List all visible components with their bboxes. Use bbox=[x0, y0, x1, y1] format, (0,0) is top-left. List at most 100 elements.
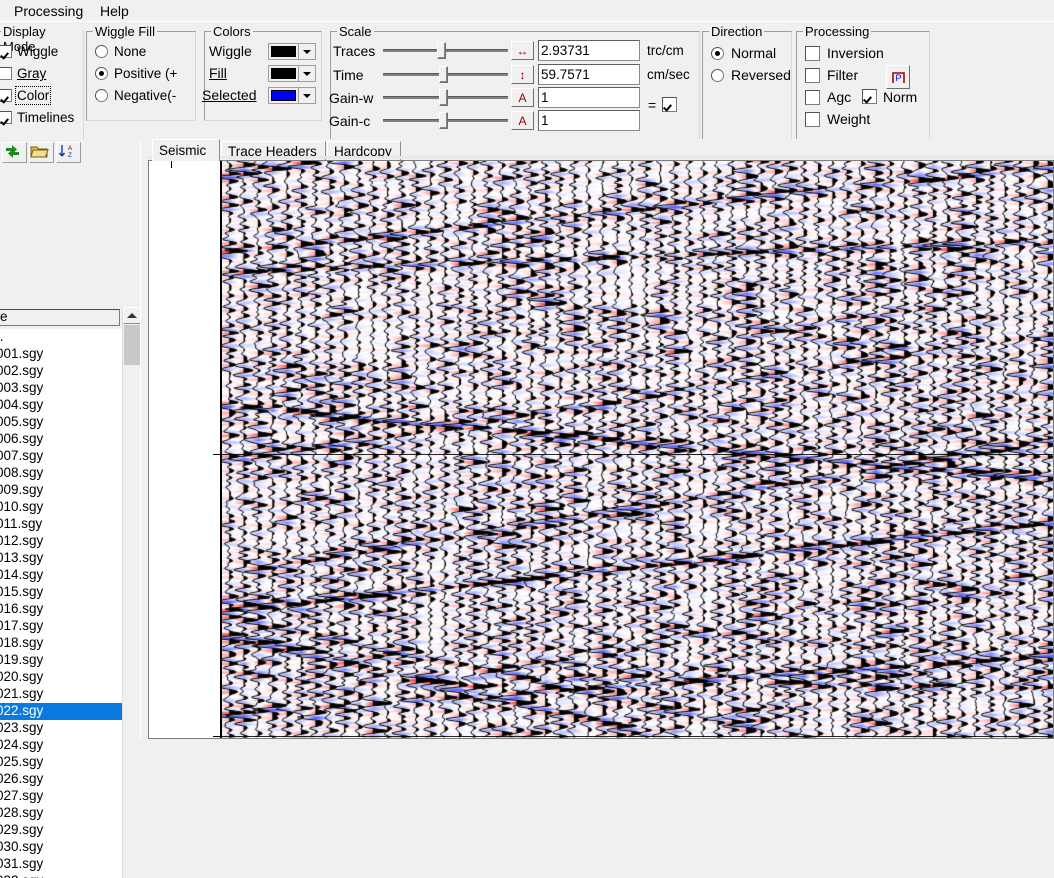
list-item[interactable]: 020.sgy bbox=[0, 669, 122, 686]
radio-fill-negative[interactable] bbox=[95, 89, 108, 102]
slider-thumb[interactable] bbox=[439, 66, 448, 83]
checkbox-filter[interactable] bbox=[805, 68, 820, 83]
checkbox-color[interactable] bbox=[0, 89, 12, 102]
time-axis: 100 200 bbox=[149, 161, 221, 738]
list-item[interactable]: 025.sgy bbox=[0, 754, 122, 771]
slider-thumb[interactable] bbox=[439, 89, 448, 106]
chevron-down-icon[interactable] bbox=[298, 44, 315, 59]
list-item[interactable]: 003.sgy bbox=[0, 380, 122, 397]
color-combo-fill[interactable] bbox=[268, 65, 316, 82]
button-filter-settings[interactable]: P bbox=[886, 65, 910, 89]
list-item[interactable]: 005.sgy bbox=[0, 414, 122, 431]
button-fit-horizontal[interactable]: ↔ bbox=[511, 41, 534, 60]
checkbox-wiggle[interactable] bbox=[0, 45, 12, 58]
input-traces-value[interactable]: 2.93731 bbox=[538, 40, 640, 61]
input-gain-w-value[interactable]: 1 bbox=[538, 87, 640, 108]
list-item[interactable]: 012.sgy bbox=[0, 533, 122, 550]
filter-p-icon: P bbox=[891, 70, 906, 85]
file-list-scrollbar[interactable] bbox=[122, 307, 141, 878]
list-item[interactable]: 023.sgy bbox=[0, 720, 122, 737]
list-item[interactable]: 027.sgy bbox=[0, 788, 122, 805]
label-equal: = bbox=[648, 98, 656, 113]
list-item[interactable]: 014.sgy bbox=[0, 567, 122, 584]
chevron-down-icon[interactable] bbox=[298, 66, 315, 81]
checkbox-norm[interactable] bbox=[862, 89, 877, 104]
slider-traces[interactable] bbox=[381, 42, 510, 59]
sort-az-icon: A Z bbox=[57, 143, 76, 160]
list-item[interactable]: 032.sgy bbox=[0, 873, 122, 878]
scroll-up-arrow-icon[interactable] bbox=[123, 307, 141, 324]
list-item[interactable]: 004.sgy bbox=[0, 397, 122, 414]
slider-thumb[interactable] bbox=[439, 112, 448, 129]
list-item[interactable]: 031.sgy bbox=[0, 856, 122, 873]
checkbox-agc[interactable] bbox=[805, 90, 820, 105]
list-item[interactable]: 006.sgy bbox=[0, 431, 122, 448]
checkbox-gray[interactable] bbox=[0, 67, 12, 80]
control-panel: Display Mode Wiggle Gray Color Timelines… bbox=[0, 21, 1054, 140]
tab-seismic[interactable]: Seismic bbox=[152, 139, 220, 161]
file-filter-input[interactable]: e bbox=[0, 309, 120, 326]
list-item[interactable]: 018.sgy bbox=[0, 635, 122, 652]
seismic-traces-canvas[interactable] bbox=[222, 161, 1053, 738]
input-time-value[interactable]: 59.7571 bbox=[538, 64, 640, 85]
sort-az-button[interactable]: A Z bbox=[56, 142, 81, 163]
list-item[interactable]: 019.sgy bbox=[0, 652, 122, 669]
list-item[interactable]: 002.sgy bbox=[0, 363, 122, 380]
open-folder-button[interactable] bbox=[29, 142, 54, 163]
seismic-traces-canvas-wrap[interactable] bbox=[222, 161, 1053, 738]
sidebar-splitter[interactable] bbox=[140, 139, 146, 739]
list-item[interactable]: 008.sgy bbox=[0, 465, 122, 482]
radio-direction-reversed[interactable] bbox=[711, 69, 724, 82]
list-item[interactable]: 029.sgy bbox=[0, 822, 122, 839]
list-item[interactable]: 021.sgy bbox=[0, 686, 122, 703]
slider-gain-c[interactable] bbox=[381, 112, 510, 129]
button-auto-gain-w[interactable]: A bbox=[511, 88, 534, 107]
unit-time: cm/sec bbox=[647, 67, 690, 82]
list-item[interactable]: 010.sgy bbox=[0, 499, 122, 516]
menu-item-help[interactable]: Help bbox=[94, 1, 135, 21]
color-combo-wiggle[interactable] bbox=[268, 43, 316, 60]
slider-time[interactable] bbox=[381, 66, 510, 83]
color-combo-selected[interactable] bbox=[268, 87, 316, 104]
refresh-button[interactable] bbox=[2, 142, 27, 163]
label-fill-positive: Positive (+ bbox=[114, 66, 177, 81]
slider-thumb[interactable] bbox=[437, 42, 446, 59]
radio-fill-none[interactable] bbox=[95, 45, 108, 58]
list-item[interactable]: 030.sgy bbox=[0, 839, 122, 856]
radio-direction-normal[interactable] bbox=[711, 47, 724, 60]
slider-gain-w[interactable] bbox=[381, 89, 510, 106]
processing-title: Processing bbox=[803, 24, 871, 39]
menu-item-processing[interactable]: Processing bbox=[8, 1, 89, 21]
label-direction-normal: Normal bbox=[731, 46, 776, 61]
list-item[interactable]: 024.sgy bbox=[0, 737, 122, 754]
input-gain-c-value[interactable]: 1 bbox=[538, 110, 640, 131]
list-item[interactable]: 017.sgy bbox=[0, 618, 122, 635]
list-item[interactable]: 026.sgy bbox=[0, 771, 122, 788]
list-item[interactable]: 028.sgy bbox=[0, 805, 122, 822]
scrollbar-thumb[interactable] bbox=[124, 325, 141, 365]
list-item[interactable]: 009.sgy bbox=[0, 482, 122, 499]
seismic-plot[interactable]: 100 200 bbox=[148, 160, 1054, 739]
checkbox-inversion[interactable] bbox=[805, 46, 820, 61]
label-scale-time: Time bbox=[333, 68, 364, 83]
wiggle-fill-group: Wiggle Fill None Positive (+ Negative(- bbox=[86, 31, 196, 121]
list-item[interactable]: 001.sgy bbox=[0, 346, 122, 363]
list-item[interactable]: 007.sgy bbox=[0, 448, 122, 465]
plot-top-edge bbox=[148, 156, 1054, 159]
chevron-down-icon[interactable] bbox=[298, 88, 315, 103]
scale-title: Scale bbox=[337, 24, 374, 39]
list-item[interactable]: .. bbox=[0, 329, 122, 346]
checkbox-timelines[interactable] bbox=[0, 111, 12, 124]
button-auto-gain-c[interactable]: A bbox=[511, 111, 534, 130]
button-fit-vertical[interactable]: ↕ bbox=[511, 65, 534, 84]
checkbox-weight[interactable] bbox=[805, 112, 820, 127]
list-item[interactable]: 011.sgy bbox=[0, 516, 122, 533]
checkbox-link-gains[interactable] bbox=[662, 97, 677, 112]
list-item[interactable]: 013.sgy bbox=[0, 550, 122, 567]
file-list[interactable]: ..001.sgy002.sgy003.sgy004.sgy005.sgy006… bbox=[0, 329, 122, 878]
list-item[interactable]: 022.sgy bbox=[0, 703, 122, 720]
radio-fill-positive[interactable] bbox=[95, 67, 108, 80]
label-norm: Norm bbox=[883, 90, 917, 105]
list-item[interactable]: 015.sgy bbox=[0, 584, 122, 601]
list-item[interactable]: 016.sgy bbox=[0, 601, 122, 618]
